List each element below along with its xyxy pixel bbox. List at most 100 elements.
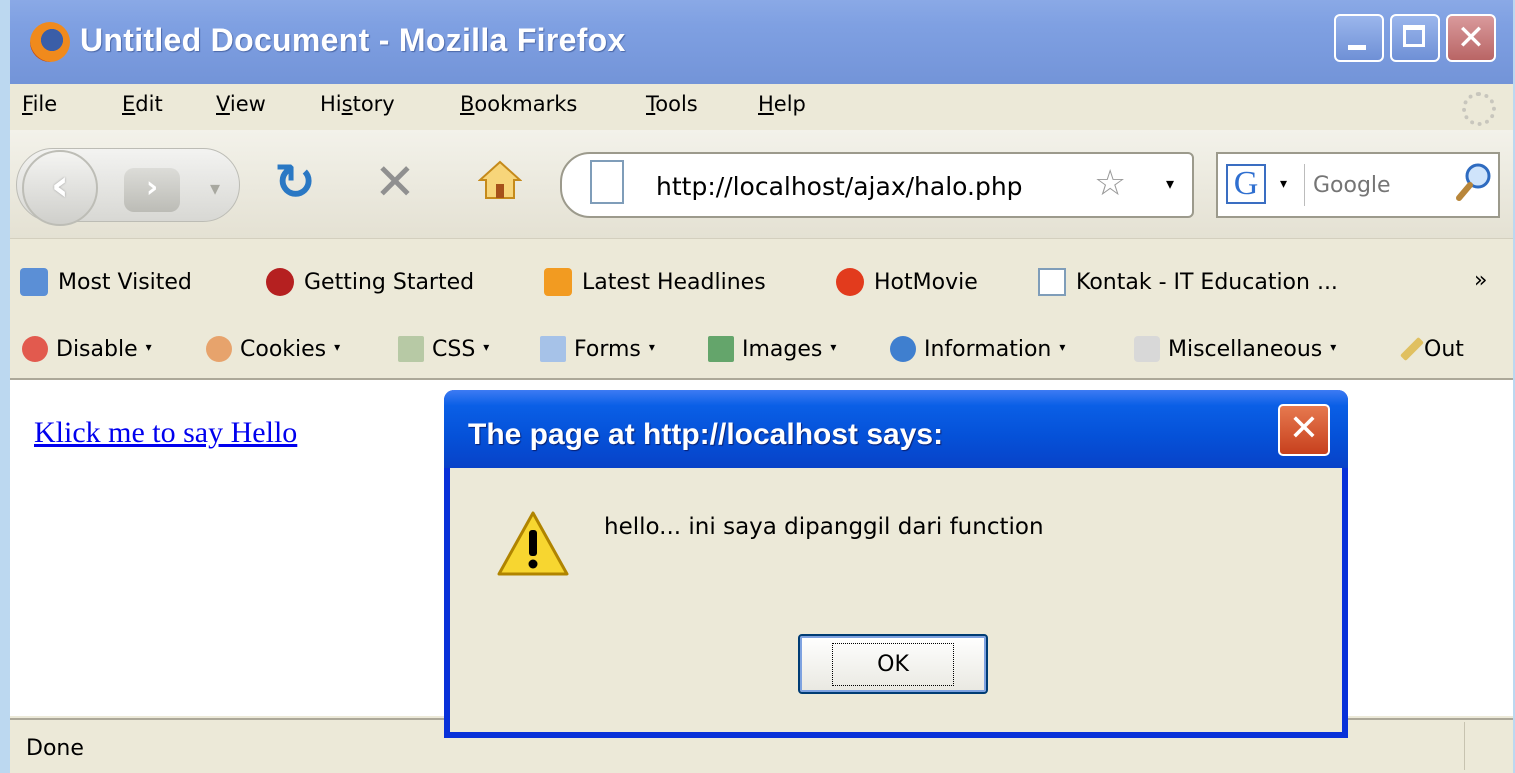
most-visited-icon (20, 268, 48, 296)
chevron-down-icon: ▾ (830, 340, 837, 354)
google-icon[interactable]: G (1226, 164, 1266, 204)
reload-icon[interactable]: ↻ (274, 152, 316, 212)
wd-css-menu[interactable]: CSS ▾ (398, 336, 489, 362)
menu-edit-rest: dit (135, 92, 163, 116)
wd-label: Forms (574, 336, 641, 362)
menu-help[interactable]: Help (758, 92, 806, 116)
information-icon (890, 336, 916, 362)
menu-history[interactable]: History (320, 92, 395, 116)
minimize-button[interactable] (1334, 14, 1384, 62)
title-bar: Untitled Document - Mozilla Firefox ✕ (10, 0, 1513, 84)
menu-bookmarks-rest: ookmarks (474, 92, 578, 116)
menu-tools[interactable]: Tools (646, 92, 698, 116)
menu-file-rest: ile (32, 92, 58, 116)
wd-disable-menu[interactable]: Disable ▾ (22, 336, 152, 362)
menu-help-rest: elp (773, 92, 806, 116)
bookmark-label: HotMovie (874, 269, 978, 295)
alert-dialog-title: The page at http://localhost says: (468, 418, 944, 451)
bookmark-label: Latest Headlines (582, 269, 766, 295)
wd-label: Information (924, 336, 1052, 362)
search-input[interactable] (1304, 164, 1465, 206)
bookmark-label: Getting Started (304, 269, 475, 295)
close-icon: ✕ (1456, 18, 1486, 58)
bookmarks-overflow-chevron[interactable]: » (1474, 268, 1487, 293)
menu-bookmarks-mnemonic: B (460, 92, 475, 116)
firefox-icon (266, 268, 294, 296)
bookmark-star-icon[interactable]: ☆ (1094, 164, 1126, 204)
menu-bar: File Edit View History Bookmarks Tools H… (10, 84, 1513, 130)
menu-edit[interactable]: Edit (122, 92, 163, 116)
chevron-down-icon: ▾ (1059, 340, 1066, 354)
warning-icon (497, 511, 569, 576)
images-icon (708, 336, 734, 362)
css-icon (398, 336, 424, 362)
menu-view-mnemonic: V (216, 92, 230, 116)
throbber-icon (1462, 92, 1496, 126)
search-engine-dropdown[interactable]: ▾ (1280, 176, 1287, 192)
ok-button-label: OK (832, 642, 954, 686)
bookmark-getting-started[interactable]: Getting Started (266, 268, 474, 296)
resize-grip[interactable] (1464, 722, 1509, 770)
wd-outline-menu[interactable]: Out (1399, 336, 1464, 362)
rss-icon (544, 268, 572, 296)
forward-button[interactable]: › (124, 168, 180, 212)
maximize-icon (1392, 16, 1438, 60)
url-history-dropdown[interactable]: ▾ (1166, 174, 1174, 193)
chevron-down-icon: ▾ (648, 340, 655, 354)
chevron-down-icon: ▾ (1330, 340, 1337, 354)
menu-tools-rest: ools (655, 92, 698, 116)
forms-icon (540, 336, 566, 362)
menu-bookmarks[interactable]: Bookmarks (460, 92, 577, 116)
bookmark-hotmovie[interactable]: HotMovie (836, 268, 978, 296)
cookies-icon (206, 336, 232, 362)
wd-images-menu[interactable]: Images ▾ (708, 336, 836, 362)
minimize-icon (1336, 16, 1382, 60)
alert-close-button[interactable]: ✕ (1278, 404, 1330, 456)
maximize-button[interactable] (1390, 14, 1440, 62)
stop-icon[interactable]: ✕ (374, 152, 416, 212)
menu-view-rest: iew (229, 92, 266, 116)
chevron-down-icon: ▾ (145, 340, 152, 354)
menu-history-prefix: Hi (320, 92, 342, 116)
firefox-logo-icon (30, 22, 70, 62)
menu-tools-mnemonic: T (646, 92, 656, 116)
wd-label: CSS (432, 336, 476, 362)
wd-forms-menu[interactable]: Forms ▾ (540, 336, 655, 362)
wd-label: Images (742, 336, 823, 362)
wd-label: Out (1424, 336, 1464, 362)
menu-view[interactable]: View (216, 92, 266, 116)
menu-edit-mnemonic: E (122, 92, 136, 116)
ok-button[interactable]: OK (798, 634, 988, 694)
bookmark-kontak[interactable]: Kontak - IT Education ... (1038, 268, 1338, 296)
bookmark-label: Most Visited (58, 269, 192, 295)
bookmark-latest-headlines[interactable]: Latest Headlines (544, 268, 766, 296)
bookmark-label: Kontak - IT Education ... (1076, 269, 1338, 295)
wd-label: Disable (56, 336, 138, 362)
menu-file-mnemonic: F (22, 92, 33, 116)
menu-history-mnemonic: s (341, 92, 353, 116)
menu-help-mnemonic: H (758, 92, 774, 116)
bookmark-most-visited[interactable]: Most Visited (20, 268, 192, 296)
window-title: Untitled Document - Mozilla Firefox (80, 22, 626, 58)
search-icon[interactable] (1454, 160, 1494, 204)
history-dropdown-button[interactable]: ▾ (210, 176, 220, 200)
back-button[interactable]: ‹ (22, 150, 98, 226)
menu-history-rest: tory (352, 92, 395, 116)
say-hello-link[interactable]: Klick me to say Hello (34, 416, 297, 450)
chevron-down-icon: ▾ (334, 340, 341, 354)
wd-cookies-menu[interactable]: Cookies ▾ (206, 336, 340, 362)
page-icon (1038, 268, 1066, 296)
url-text[interactable]: http://localhost/ajax/halo.php (656, 172, 1023, 201)
chevron-down-icon: ▾ (483, 340, 490, 354)
home-icon[interactable] (478, 160, 522, 200)
alert-message: hello... ini saya dipanggil dari functio… (604, 514, 1044, 540)
page-icon (590, 160, 624, 204)
wd-miscellaneous-menu[interactable]: Miscellaneous ▾ (1134, 336, 1336, 362)
menu-file[interactable]: File (22, 92, 57, 116)
miscellaneous-icon (1134, 336, 1160, 362)
wd-label: Cookies (240, 336, 327, 362)
close-window-button[interactable]: ✕ (1446, 14, 1496, 62)
hotmovie-icon (836, 268, 864, 296)
status-text: Done (26, 736, 84, 761)
wd-information-menu[interactable]: Information ▾ (890, 336, 1065, 362)
